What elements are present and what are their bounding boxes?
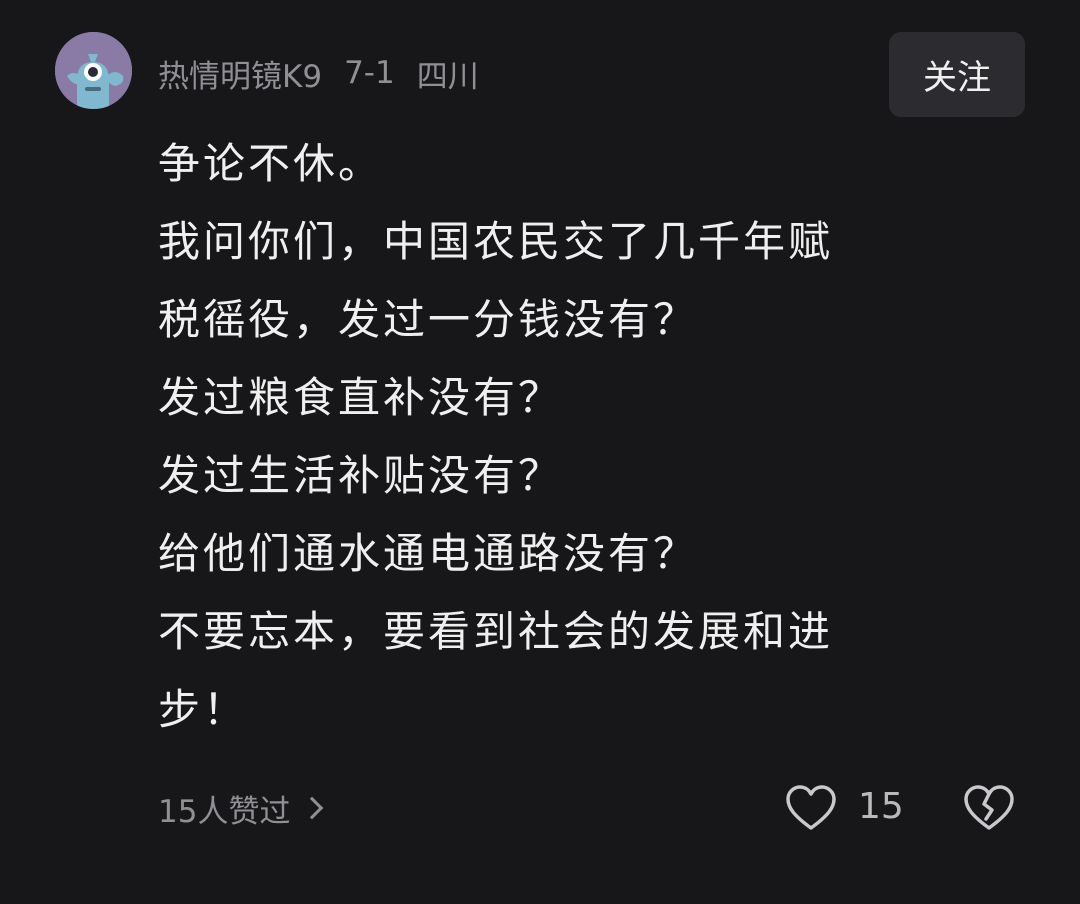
dislike-button[interactable] (963, 783, 1015, 835)
comment-body-line: 发过粮食直补没有？ (158, 373, 564, 422)
like-count: 15 (858, 786, 904, 827)
heart-outline-icon (786, 785, 836, 830)
follow-button[interactable]: 关注 (889, 32, 1025, 117)
comment-body-line: 步！ (158, 685, 249, 734)
like-button[interactable] (785, 783, 837, 835)
comment-body: 争论不休。 我问你们，中国农民交了几千年赋 税徭役，发过一分钱没有？ 发过粮食直… (158, 125, 1008, 749)
comment-body-line: 我问你们，中国农民交了几千年赋 (158, 217, 834, 266)
comment-card: 热情明镜K9 7-1 四川 关注 争论不休。 我问你们，中国农民交了几千年赋 税… (0, 0, 1080, 904)
comment-meta: 热情明镜K9 7-1 四川 (158, 50, 479, 96)
likes-summary-link[interactable]: 15人赞过 (158, 784, 324, 832)
comment-location: 四川 (416, 58, 479, 95)
user-name[interactable]: 热情明镜K9 (158, 51, 322, 96)
comment-body-line: 不要忘本，要看到社会的发展和进 (158, 607, 834, 656)
chevron-right-icon (301, 796, 324, 820)
avatar-monster-icon (55, 32, 132, 109)
broken-heart-icon (964, 785, 1014, 830)
avatar[interactable] (55, 32, 132, 109)
likes-summary-text: 15人赞过 (158, 793, 291, 830)
comment-date: 7-1 (344, 55, 395, 91)
comment-body-line: 给他们通水通电通路没有？ (158, 529, 699, 578)
comment-body-line: 税徭役，发过一分钱没有？ (158, 295, 699, 344)
comment-body-line: 发过生活补贴没有？ (158, 451, 564, 500)
comment-body-line: 争论不休。 (158, 139, 384, 188)
